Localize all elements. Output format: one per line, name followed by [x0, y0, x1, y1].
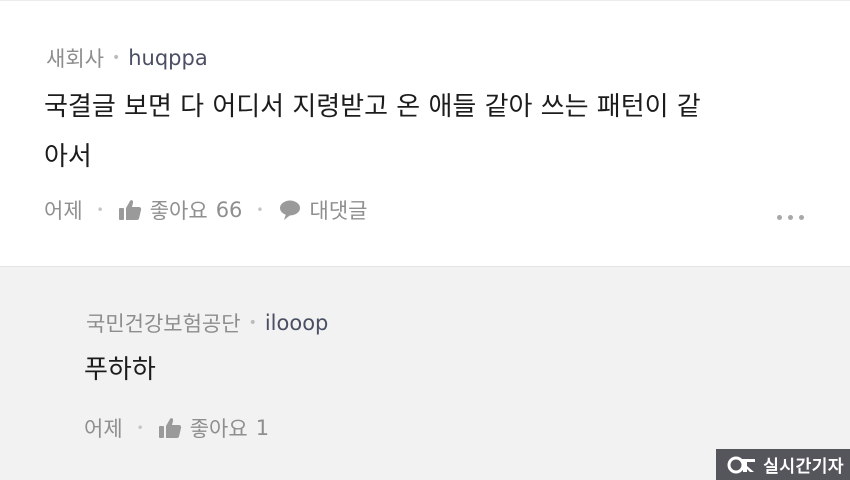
comment-meta: 새회사 • huqppa	[46, 43, 208, 73]
reply-meta: 국민건강보험공단 • ilooop	[86, 308, 328, 338]
speech-bubble-icon	[279, 200, 300, 220]
comment-time: 어제	[44, 199, 83, 223]
reply-button[interactable]: 대댓글	[278, 195, 368, 225]
action-separator: •	[256, 203, 264, 217]
comment: 새회사 • huqppa 국결글 보면 다 어디서 지령받고 온 애들 같아 쓰…	[0, 0, 850, 266]
comment-text-line-1: 국결글 보면 다 어디서 지령받고 온 애들 같아 쓰는 패턴이 같	[44, 92, 701, 122]
reply-time: 어제	[84, 417, 123, 441]
more-dot	[788, 215, 793, 220]
reply-section: 국민건강보험공단 • ilooop 푸하하 어제 • 좋아요 1	[0, 266, 850, 480]
like-button[interactable]: 좋아요 66	[118, 195, 243, 225]
reply-like-label: 좋아요	[189, 417, 248, 441]
reply-like-button[interactable]: 좋아요 1	[158, 413, 269, 443]
watermark-text: 실시간기자	[763, 457, 844, 477]
watermark-logo-icon	[727, 456, 756, 473]
comment-actions: 어제 • 좋아요 66 • 대댓글	[44, 195, 367, 225]
like-label: 좋아요	[149, 199, 208, 223]
reply-org[interactable]: 국민건강보험공단	[86, 308, 241, 338]
like-count: 66	[215, 198, 243, 222]
action-separator: •	[136, 421, 144, 435]
comment-org[interactable]: 새회사	[46, 43, 104, 73]
reply-body: 푸하하	[84, 355, 156, 385]
comment-body: 국결글 보면 다 어디서 지령받고 온 애들 같아 쓰는 패턴이 같 아서	[44, 82, 701, 182]
more-dots-icon	[777, 215, 782, 220]
thumbs-up-icon	[118, 200, 141, 220]
reply-like-count: 1	[255, 416, 270, 440]
reply-label: 대댓글	[309, 199, 368, 223]
comment-username[interactable]: huqppa	[128, 46, 207, 70]
comment-text-line-2: 아서	[44, 142, 92, 172]
watermark: 실시간기자	[716, 449, 850, 480]
more-options-button[interactable]	[775, 213, 806, 222]
meta-separator: •	[111, 50, 121, 66]
thumbs-up-icon	[158, 418, 181, 438]
reply-username[interactable]: ilooop	[265, 311, 329, 335]
reply-actions: 어제 • 좋아요 1	[84, 413, 269, 443]
meta-separator: •	[248, 315, 257, 331]
more-dot	[799, 215, 804, 220]
action-separator: •	[96, 203, 104, 217]
